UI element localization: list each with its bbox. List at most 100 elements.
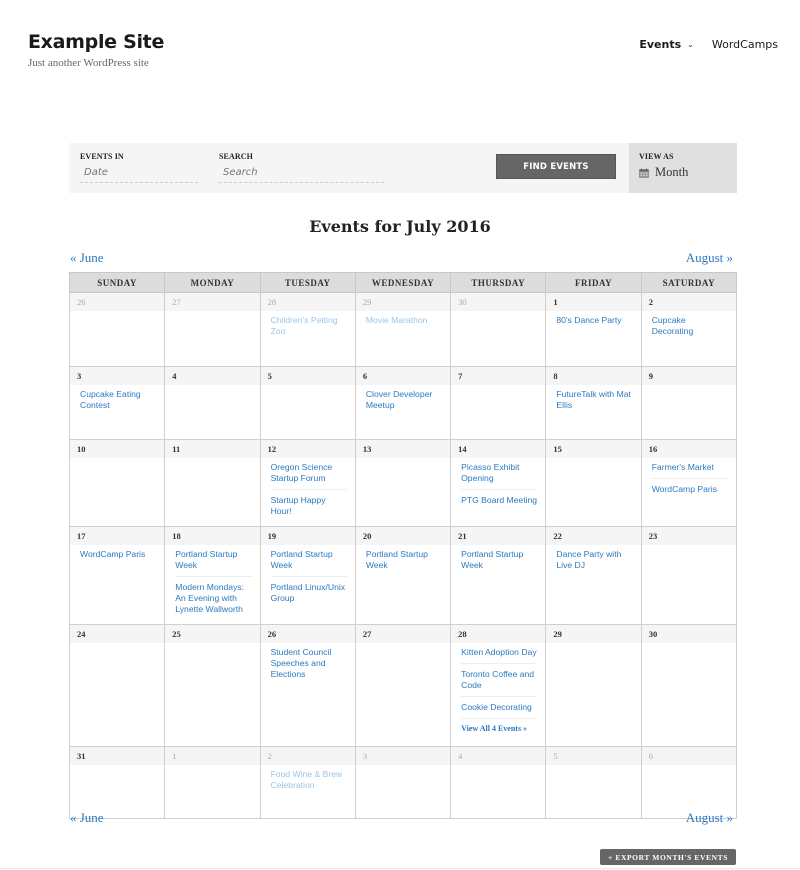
day-number[interactable]: 4	[165, 367, 260, 385]
day-cell[interactable]: 28 Kitten Adoption Day Toronto Coffee and …	[450, 624, 547, 747]
day-cell[interactable]: 16 Farmer's Market WordCamp Paris	[640, 439, 738, 527]
day-cell[interactable]: 30	[640, 624, 738, 747]
day-number[interactable]: 30	[641, 625, 736, 643]
day-number[interactable]: 6	[641, 747, 736, 765]
day-number[interactable]: 1	[546, 293, 641, 311]
nav-item-wordcamps[interactable]: WordCamps	[712, 38, 778, 51]
date-input[interactable]	[80, 165, 198, 183]
event-link[interactable]: WordCamp Paris	[652, 483, 728, 500]
day-cell[interactable]: 13	[354, 439, 452, 527]
day-cell[interactable]: 4	[450, 746, 547, 819]
event-link[interactable]: Portland Linux/Unix Group	[271, 581, 347, 609]
day-cell[interactable]: 3 Cupcake Eating Contest	[68, 366, 166, 440]
day-cell[interactable]: 9	[640, 366, 738, 440]
day-number[interactable]: 15	[546, 440, 641, 458]
day-cell[interactable]: 11	[164, 439, 261, 527]
export-month-events-button[interactable]: + EXPORT MONTH'S EVENTS	[600, 849, 736, 865]
day-cell[interactable]: 1	[164, 746, 261, 819]
event-link[interactable]: Cookie Decorating	[461, 701, 538, 719]
day-cell[interactable]: 21 Portland Startup Week	[450, 526, 547, 625]
day-number[interactable]: 5	[260, 367, 355, 385]
day-number[interactable]: 3	[70, 367, 165, 385]
event-link[interactable]: Dance Party with Live DJ	[556, 548, 632, 576]
day-cell[interactable]: 31	[68, 746, 166, 819]
day-number[interactable]: 29	[546, 625, 641, 643]
view-as-dropdown[interactable]: Month	[639, 165, 727, 180]
day-cell[interactable]: 29	[545, 624, 642, 747]
event-link[interactable]: Food Wine & Brew Celebration	[271, 768, 347, 796]
event-link[interactable]: Modern Mondays: An Evening with Lynette …	[175, 581, 251, 620]
day-number[interactable]: 31	[70, 747, 165, 765]
day-number[interactable]: 8	[546, 367, 641, 385]
event-link[interactable]: Oregon Science Startup Forum	[270, 461, 347, 490]
day-number[interactable]: 17	[70, 527, 165, 545]
event-link[interactable]: 80's Dance Party	[556, 314, 632, 331]
day-number[interactable]: 9	[641, 367, 736, 385]
event-link[interactable]: Cupcake Eating Contest	[80, 388, 156, 416]
day-cell[interactable]: 26	[68, 292, 166, 367]
day-number[interactable]: 28	[260, 293, 355, 311]
event-link[interactable]: Toronto Coffee and Code	[461, 668, 538, 697]
prev-month-link-top[interactable]: « June	[70, 250, 104, 266]
event-link[interactable]: PTG Board Meeting	[461, 494, 537, 511]
day-number[interactable]: 12	[260, 440, 355, 458]
day-cell[interactable]: 12 Oregon Science Startup Forum Startup Ha…	[259, 439, 356, 527]
view-as-selector[interactable]: VIEW AS Month	[629, 143, 737, 193]
day-number[interactable]: 2	[260, 747, 355, 765]
day-number[interactable]: 14	[451, 440, 546, 458]
day-number[interactable]: 22	[546, 527, 641, 545]
day-cell[interactable]: 17 WordCamp Paris	[68, 526, 166, 625]
day-number[interactable]: 10	[70, 440, 165, 458]
day-cell[interactable]: 2 Cupcake Decorating	[640, 292, 738, 367]
day-number[interactable]: 19	[260, 527, 355, 545]
day-number[interactable]: 7	[451, 367, 546, 385]
day-cell[interactable]: 22 Dance Party with Live DJ	[545, 526, 642, 625]
day-cell[interactable]: 3	[354, 746, 452, 819]
event-link[interactable]: Farmer's Market	[651, 461, 728, 479]
day-cell[interactable]: 29 Movie Marathon	[354, 292, 452, 367]
search-input[interactable]	[219, 165, 384, 183]
event-link[interactable]: Portland Startup Week	[175, 548, 252, 577]
day-cell[interactable]: 5	[545, 746, 642, 819]
find-events-button[interactable]: FIND EVENTS	[496, 154, 616, 179]
day-cell[interactable]: 1 80's Dance Party	[545, 292, 642, 367]
day-cell[interactable]: 25	[164, 624, 261, 747]
event-link[interactable]: Children's Petting Zoo	[271, 314, 347, 342]
day-cell[interactable]: 2 Food Wine & Brew Celebration	[259, 746, 356, 819]
day-number[interactable]: 18	[165, 527, 260, 545]
day-cell[interactable]: 4	[164, 366, 261, 440]
chevron-down-icon[interactable]: ⌄	[687, 40, 694, 49]
nav-item-events[interactable]: Events ⌄	[639, 38, 712, 51]
next-month-link-bottom[interactable]: August »	[686, 810, 733, 826]
day-cell[interactable]: 28 Children's Petting Zoo	[259, 292, 356, 367]
day-number[interactable]: 26	[260, 625, 355, 643]
day-cell[interactable]: 30	[450, 292, 547, 367]
day-number[interactable]: 26	[70, 293, 165, 311]
event-link[interactable]: Movie Marathon	[366, 314, 442, 331]
day-cell[interactable]: 7	[450, 366, 547, 440]
day-number[interactable]: 11	[165, 440, 260, 458]
event-link[interactable]: Clover Developer Meetup	[366, 388, 442, 416]
day-number[interactable]: 23	[641, 527, 736, 545]
day-cell[interactable]: 6 Clover Developer Meetup	[354, 366, 452, 440]
day-cell[interactable]: 5	[259, 366, 356, 440]
event-link[interactable]: Startup Happy Hour!	[271, 494, 347, 522]
day-number[interactable]: 21	[451, 527, 546, 545]
day-number[interactable]: 1	[165, 747, 260, 765]
event-link[interactable]: Portland Startup Week	[366, 548, 442, 576]
next-month-link-top[interactable]: August »	[686, 250, 733, 266]
day-number[interactable]: 13	[355, 440, 451, 458]
day-cell[interactable]: 27	[164, 292, 261, 367]
day-cell[interactable]: 26 Student Council Speeches and Elections	[259, 624, 356, 747]
event-link[interactable]: WordCamp Paris	[80, 548, 156, 565]
day-cell[interactable]: 10	[68, 439, 166, 527]
day-number[interactable]: 20	[355, 527, 451, 545]
day-number[interactable]: 28	[451, 625, 546, 643]
day-number[interactable]: 16	[641, 440, 736, 458]
day-cell[interactable]: 18 Portland Startup Week Modern Mondays: A…	[164, 526, 261, 625]
event-link[interactable]: Kitten Adoption Day	[461, 646, 538, 664]
day-number[interactable]: 3	[355, 747, 451, 765]
day-cell[interactable]: 23	[640, 526, 738, 625]
event-link[interactable]: Cupcake Decorating	[652, 314, 728, 342]
day-number[interactable]: 4	[451, 747, 546, 765]
